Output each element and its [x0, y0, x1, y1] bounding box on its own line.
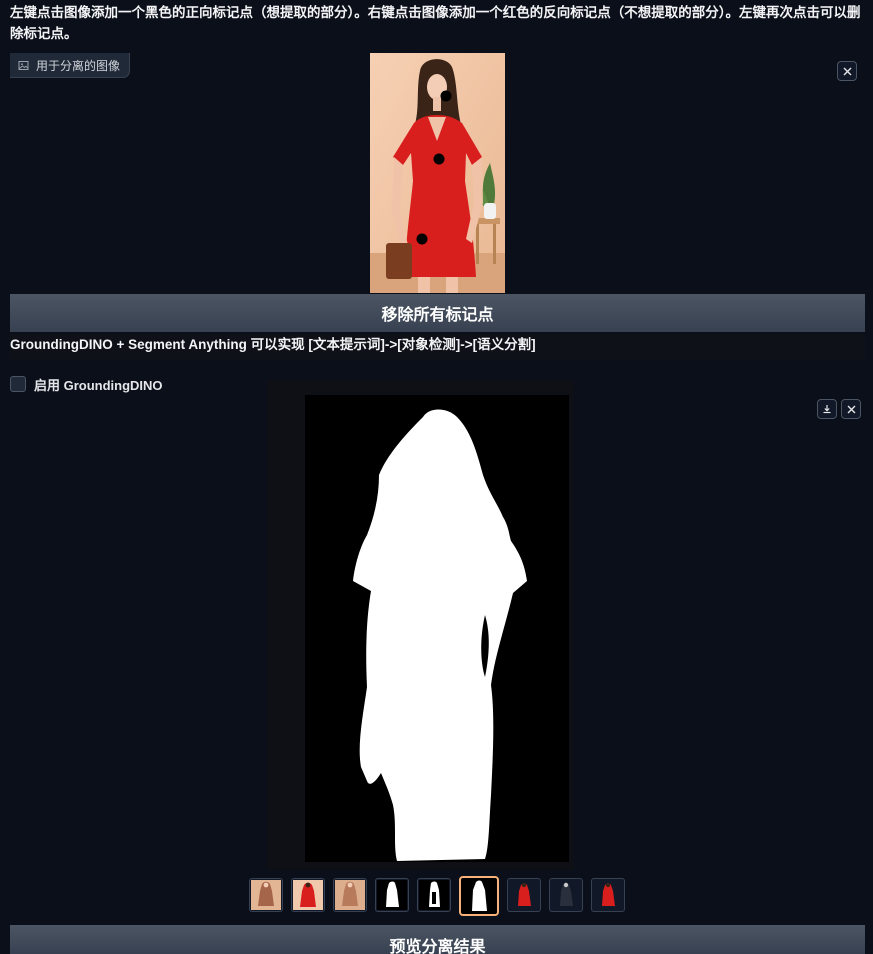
remove-all-points-button[interactable]: 移除所有标记点	[10, 294, 865, 332]
instructions-text: 左键点击图像添加一个黑色的正向标记点（想提取的部分）。右键点击图像添加一个红色的…	[10, 5, 861, 41]
thumbnail-6-selected[interactable]	[458, 876, 499, 916]
thumbnail-1[interactable]	[248, 878, 283, 912]
thumbnail-5[interactable]	[416, 878, 451, 912]
thumbnail-4[interactable]	[374, 878, 409, 912]
enable-groundingdino-checkbox[interactable]	[10, 376, 26, 392]
close-result-button[interactable]	[841, 399, 861, 419]
page: 左键点击图像添加一个黑色的正向标记点（想提取的部分）。右键点击图像添加一个红色的…	[0, 0, 873, 954]
result-mask-image	[305, 395, 569, 862]
thumbnail-8[interactable]	[548, 878, 583, 912]
enable-groundingdino-label: 启用 GroundingDINO	[34, 377, 163, 393]
close-icon	[843, 67, 852, 76]
input-photo[interactable]	[370, 53, 505, 293]
clear-image-button[interactable]	[837, 61, 857, 81]
close-icon	[847, 405, 856, 414]
enable-groundingdino-checkbox-row[interactable]: 启用 GroundingDINO	[10, 374, 163, 394]
thumbnail-2[interactable]	[290, 878, 325, 912]
preview-result-button[interactable]: 预览分离结果	[10, 925, 865, 954]
result-thumbnail-strip	[0, 876, 873, 916]
image-icon	[18, 60, 29, 71]
thumbnail-7[interactable]	[506, 878, 541, 912]
image-input-label: 用于分离的图像	[10, 53, 131, 78]
grounding-info-text: GroundingDINO + Segment Anything 可以实现 [文…	[10, 334, 865, 360]
download-result-button[interactable]	[817, 399, 837, 419]
thumbnail-9[interactable]	[590, 878, 625, 912]
thumbnail-3[interactable]	[332, 878, 367, 912]
download-icon	[822, 404, 832, 414]
image-input-label-text: 用于分离的图像	[36, 58, 121, 73]
